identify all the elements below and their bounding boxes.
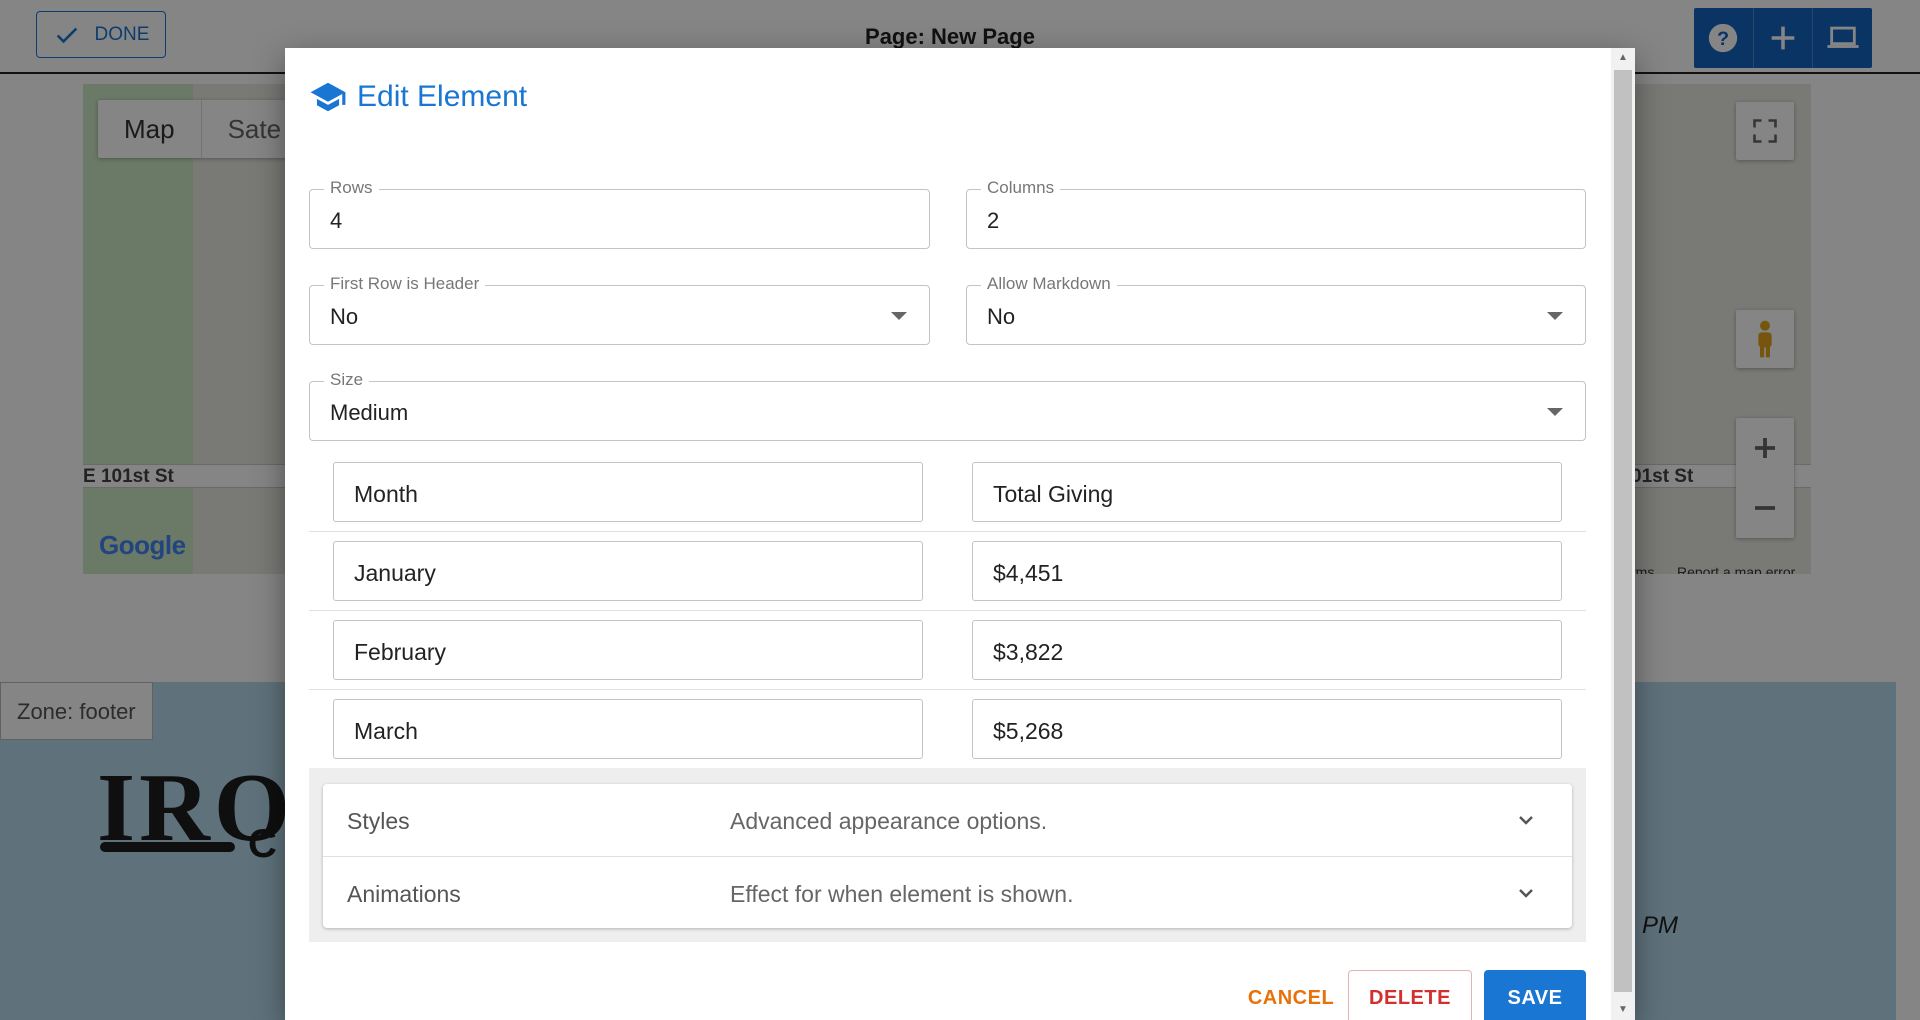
columns-value: 2 xyxy=(987,208,1000,233)
scroll-thumb[interactable] xyxy=(1614,70,1632,992)
dropdown-caret-icon xyxy=(1547,312,1563,320)
delete-button[interactable]: DELETE xyxy=(1348,970,1472,1020)
table-cell-input[interactable]: $4,451 xyxy=(972,541,1562,601)
first-row-header-select[interactable]: First Row is Header No xyxy=(309,274,930,345)
scroll-up-icon[interactable]: ▲ xyxy=(1616,52,1630,63)
dialog-title: Edit Element xyxy=(309,78,527,116)
scroll-down-icon[interactable]: ▼ xyxy=(1616,1004,1630,1015)
rows-field[interactable]: Rows 4 xyxy=(309,178,930,249)
table-cell-input[interactable]: $3,822 xyxy=(972,620,1562,680)
chevron-down-icon xyxy=(1519,816,1533,825)
first-row-header-label: First Row is Header xyxy=(324,274,486,294)
table-cell-input[interactable]: $5,268 xyxy=(972,699,1562,759)
allow-markdown-label: Allow Markdown xyxy=(981,274,1117,294)
row-divider xyxy=(309,689,1586,690)
cell-text: Total Giving xyxy=(993,481,1114,507)
cell-text: January xyxy=(354,560,436,586)
table-cell-input[interactable]: March xyxy=(333,699,923,759)
size-value: Medium xyxy=(330,400,409,425)
dropdown-caret-icon xyxy=(891,312,907,320)
allow-markdown-select[interactable]: Allow Markdown No xyxy=(966,274,1586,345)
chevron-down-icon xyxy=(1519,889,1533,898)
cell-text: March xyxy=(354,718,418,744)
cell-text: Month xyxy=(354,481,418,507)
options-accordion: Styles Advanced appearance options. Anim… xyxy=(323,784,1572,928)
animations-title: Animations xyxy=(347,881,461,907)
rows-value: 4 xyxy=(330,208,343,233)
first-row-header-value: No xyxy=(330,304,359,329)
columns-label: Columns xyxy=(981,178,1061,198)
table-cell-input[interactable]: Total Giving xyxy=(972,462,1562,522)
allow-markdown-value: No xyxy=(987,304,1016,329)
dialog-scrollbar[interactable]: ▲ ▼ xyxy=(1611,48,1635,1020)
dialog-title-text: Edit Element xyxy=(357,80,528,113)
size-select[interactable]: Size Medium xyxy=(309,370,1586,441)
styles-title: Styles xyxy=(347,808,410,834)
animations-panel-header[interactable]: Animations Effect for when element is sh… xyxy=(323,856,1572,928)
row-divider xyxy=(309,531,1586,532)
size-label: Size xyxy=(324,370,370,390)
cell-text: $5,268 xyxy=(993,718,1064,744)
options-accordion-wrapper: Styles Advanced appearance options. Anim… xyxy=(309,768,1586,942)
table-cell-input[interactable]: Month xyxy=(333,462,923,522)
cell-text: $3,822 xyxy=(993,639,1064,665)
styles-description: Advanced appearance options. xyxy=(730,808,1048,834)
save-button[interactable]: SAVE xyxy=(1484,970,1586,1020)
cancel-button[interactable]: CANCEL xyxy=(1221,970,1361,1020)
edit-element-dialog: Edit Element Rows 4 Columns 2 First Row … xyxy=(285,48,1635,1020)
styles-panel-header[interactable]: Styles Advanced appearance options. xyxy=(323,784,1572,856)
row-divider xyxy=(309,610,1586,611)
table-cell-input[interactable]: February xyxy=(333,620,923,680)
cell-text: February xyxy=(354,639,447,665)
cell-text: $4,451 xyxy=(993,560,1064,586)
table-cell-input[interactable]: January xyxy=(333,541,923,601)
columns-field[interactable]: Columns 2 xyxy=(966,178,1586,249)
rows-label: Rows xyxy=(324,178,379,198)
animations-description: Effect for when element is shown. xyxy=(730,881,1074,907)
dropdown-caret-icon xyxy=(1547,408,1563,416)
graduation-cap-icon xyxy=(310,82,346,112)
